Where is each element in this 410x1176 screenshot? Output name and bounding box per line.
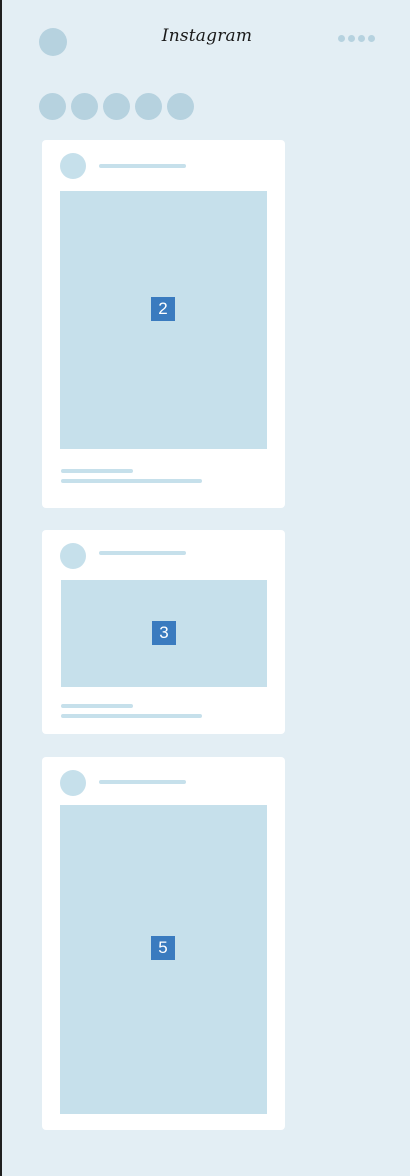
post-author-avatar-icon[interactable] — [60, 153, 86, 179]
stories-bar — [39, 93, 194, 120]
feed-post: 3 — [42, 530, 285, 734]
dot-icon — [338, 35, 345, 42]
post-caption-placeholder — [61, 479, 202, 483]
story-avatar-icon[interactable] — [39, 93, 66, 120]
post-index-badge: 2 — [151, 297, 175, 321]
post-author-avatar-icon[interactable] — [60, 770, 86, 796]
profile-avatar-icon[interactable] — [39, 28, 67, 56]
story-avatar-icon[interactable] — [167, 93, 194, 120]
app-frame: Instagram 2 3 5 — [0, 0, 410, 1176]
dot-icon — [368, 35, 375, 42]
app-logo: Instagram — [161, 26, 253, 46]
top-header: Instagram — [2, 0, 410, 80]
feed-post: 2 — [42, 140, 285, 508]
post-caption-placeholder — [61, 704, 133, 708]
post-author-name-placeholder[interactable] — [99, 780, 186, 784]
dot-icon — [358, 35, 365, 42]
more-menu-icon[interactable] — [338, 35, 386, 43]
post-author-name-placeholder[interactable] — [99, 551, 186, 555]
post-author-name-placeholder[interactable] — [99, 164, 186, 168]
dot-icon — [348, 35, 355, 42]
story-avatar-icon[interactable] — [71, 93, 98, 120]
post-index-badge: 3 — [152, 621, 176, 645]
post-index-badge: 5 — [151, 936, 175, 960]
post-caption-placeholder — [61, 469, 133, 473]
post-author-avatar-icon[interactable] — [60, 543, 86, 569]
story-avatar-icon[interactable] — [135, 93, 162, 120]
feed-post: 5 — [42, 757, 285, 1130]
story-avatar-icon[interactable] — [103, 93, 130, 120]
post-caption-placeholder — [61, 714, 202, 718]
